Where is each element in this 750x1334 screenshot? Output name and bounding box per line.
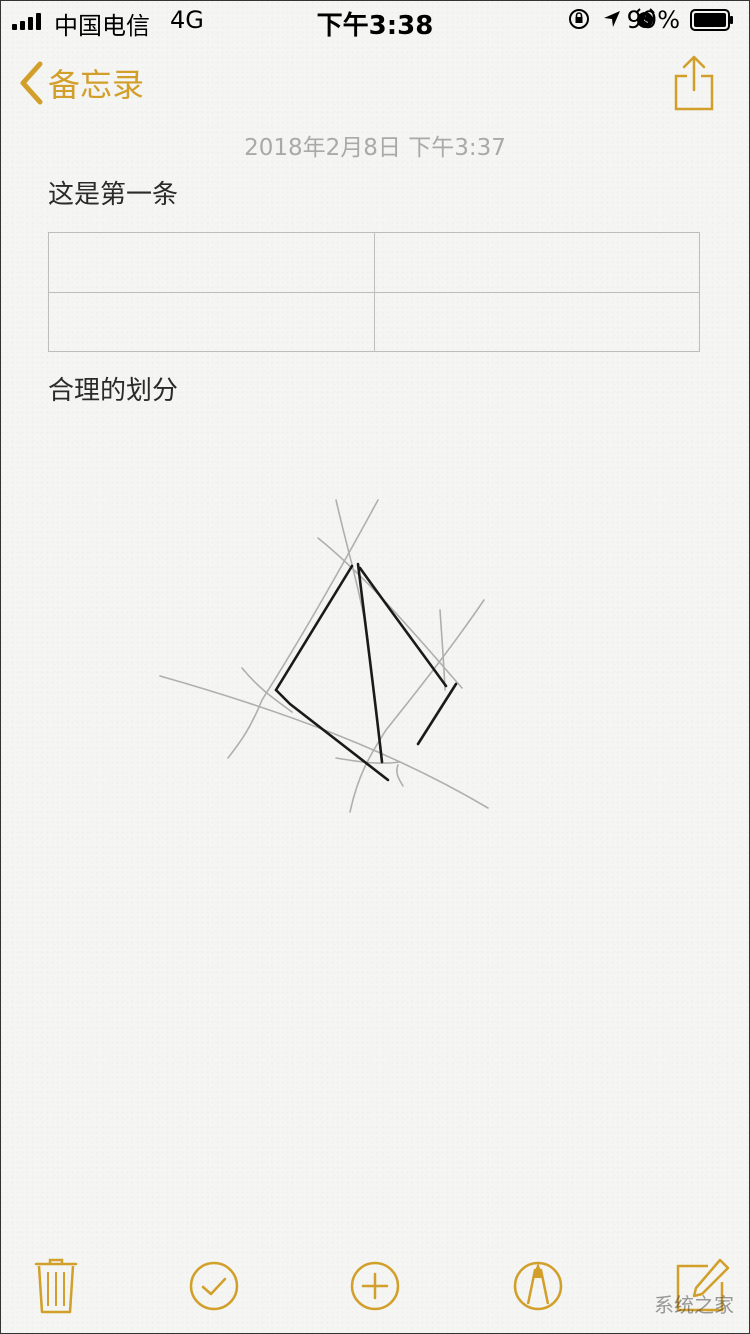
- status-bar: 中国电信 4G 下午3:38 99%: [0, 0, 750, 41]
- note-table[interactable]: [48, 232, 700, 352]
- location-arrow-icon: [604, 11, 620, 27]
- note-date: 2018年2月8日 下午3:37: [244, 135, 506, 161]
- navigation-bar: 备忘录: [0, 40, 750, 128]
- checklist-icon[interactable]: [184, 1256, 244, 1316]
- sketch-drawing[interactable]: [0, 400, 750, 860]
- trash-icon[interactable]: [26, 1256, 86, 1316]
- table-cell[interactable]: [48, 232, 375, 293]
- bottom-toolbar: 系统之家: [0, 1244, 750, 1334]
- markup-icon[interactable]: [508, 1256, 568, 1316]
- share-icon[interactable]: [672, 54, 716, 112]
- table-cell[interactable]: [373, 232, 700, 293]
- table-row: [48, 232, 700, 293]
- table-row: [48, 291, 700, 352]
- note-text-line[interactable]: 这是第一条: [48, 174, 178, 211]
- battery-icon: [690, 9, 733, 31]
- watermark-text: 系统之家: [654, 1293, 734, 1317]
- table-cell[interactable]: [48, 291, 375, 352]
- add-icon[interactable]: [345, 1256, 405, 1316]
- back-button[interactable]: 备忘录: [18, 58, 144, 108]
- back-label: 备忘录: [48, 66, 145, 104]
- battery-percentage: 99%: [626, 6, 680, 34]
- table-cell[interactable]: [373, 291, 700, 352]
- orientation-lock-icon: [569, 9, 589, 29]
- chevron-left-icon: [20, 61, 43, 105]
